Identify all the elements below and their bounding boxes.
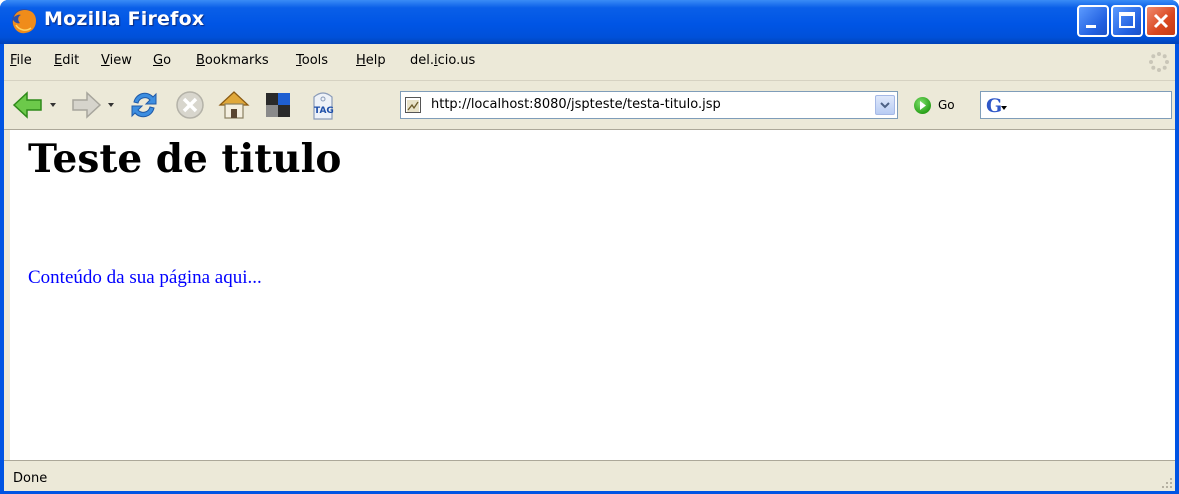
page-content: Teste de titulo Conteúdo da sua página a… xyxy=(10,130,1175,460)
title-bar[interactable]: Mozilla Firefox xyxy=(0,0,1179,44)
menu-file[interactable]: File xyxy=(10,53,32,68)
google-icon[interactable]: G xyxy=(983,92,1011,118)
page-favicon xyxy=(405,97,421,113)
firefox-icon xyxy=(12,9,36,34)
menu-help[interactable]: Help xyxy=(356,53,386,68)
page-paragraph: Conteúdo da sua página aqui... xyxy=(28,267,262,288)
browser-window: Mozilla Firefox File Edit View Go Bookma… xyxy=(0,0,1179,494)
reload-icon[interactable] xyxy=(126,87,162,123)
address-bar[interactable]: http://localhost:8080/jspteste/testa-tit… xyxy=(400,91,898,119)
chevron-down-icon xyxy=(880,102,890,109)
status-bar: Done xyxy=(4,460,1175,491)
navigation-toolbar: TAG http://localhost:8080/jspteste/testa… xyxy=(4,81,1175,130)
throbber-icon xyxy=(1149,52,1169,72)
menu-edit[interactable]: Edit xyxy=(54,53,79,68)
forward-icon[interactable] xyxy=(68,87,104,123)
page-heading: Teste de titulo xyxy=(28,136,342,182)
maximize-icon xyxy=(1119,12,1135,28)
back-dropdown-icon[interactable] xyxy=(50,103,56,107)
go-icon[interactable] xyxy=(914,97,931,114)
tag-label: TAG xyxy=(314,106,334,116)
url-history-dropdown[interactable] xyxy=(875,95,895,115)
close-icon xyxy=(1153,13,1169,29)
resize-grip-icon[interactable] xyxy=(1159,475,1173,489)
close-button[interactable] xyxy=(1145,5,1177,37)
tag-icon xyxy=(313,92,333,120)
search-box[interactable]: G xyxy=(980,91,1172,119)
menu-view[interactable]: View xyxy=(101,53,132,68)
minimize-icon xyxy=(1086,25,1096,28)
menu-go[interactable]: Go xyxy=(153,53,171,68)
browser-frame: File Edit View Go Bookmarks Tools Help d… xyxy=(4,44,1175,491)
svg-text:G: G xyxy=(986,95,1002,117)
maximize-button[interactable] xyxy=(1111,5,1143,37)
status-text: Done xyxy=(13,471,48,486)
menu-delicious[interactable]: del.icio.us xyxy=(410,53,475,68)
menu-bookmarks[interactable]: Bookmarks xyxy=(196,53,269,68)
home-icon[interactable] xyxy=(216,87,252,123)
go-button[interactable]: Go xyxy=(938,98,955,112)
url-input[interactable]: http://localhost:8080/jspteste/testa-tit… xyxy=(431,97,721,112)
minimize-button[interactable] xyxy=(1077,5,1109,37)
bookmark-manager-icon[interactable] xyxy=(260,87,296,123)
menu-tools[interactable]: Tools xyxy=(296,53,328,68)
window-title: Mozilla Firefox xyxy=(44,8,205,30)
stop-icon[interactable] xyxy=(172,87,208,123)
forward-dropdown-icon[interactable] xyxy=(108,103,114,107)
menu-bar: File Edit View Go Bookmarks Tools Help d… xyxy=(4,44,1175,81)
back-icon[interactable] xyxy=(10,87,46,123)
tag-button[interactable]: TAG xyxy=(308,87,338,123)
